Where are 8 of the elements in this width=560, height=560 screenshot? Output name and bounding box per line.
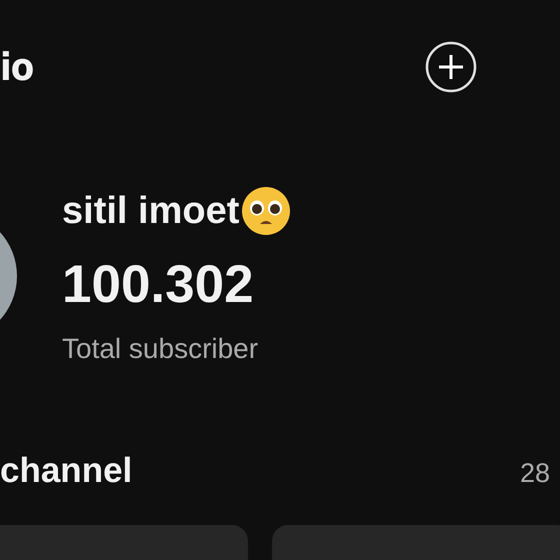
app-title: io xyxy=(0,45,34,89)
create-icon[interactable] xyxy=(425,41,477,93)
subscriber-count: 100.302 xyxy=(62,254,255,315)
channel-count: 28 xyxy=(520,458,550,489)
channel-name: sitil imoet xyxy=(62,190,240,232)
subscriber-label: Total subscriber xyxy=(62,333,260,365)
pleading-face-icon xyxy=(241,186,292,236)
section-title: channel xyxy=(0,451,132,491)
